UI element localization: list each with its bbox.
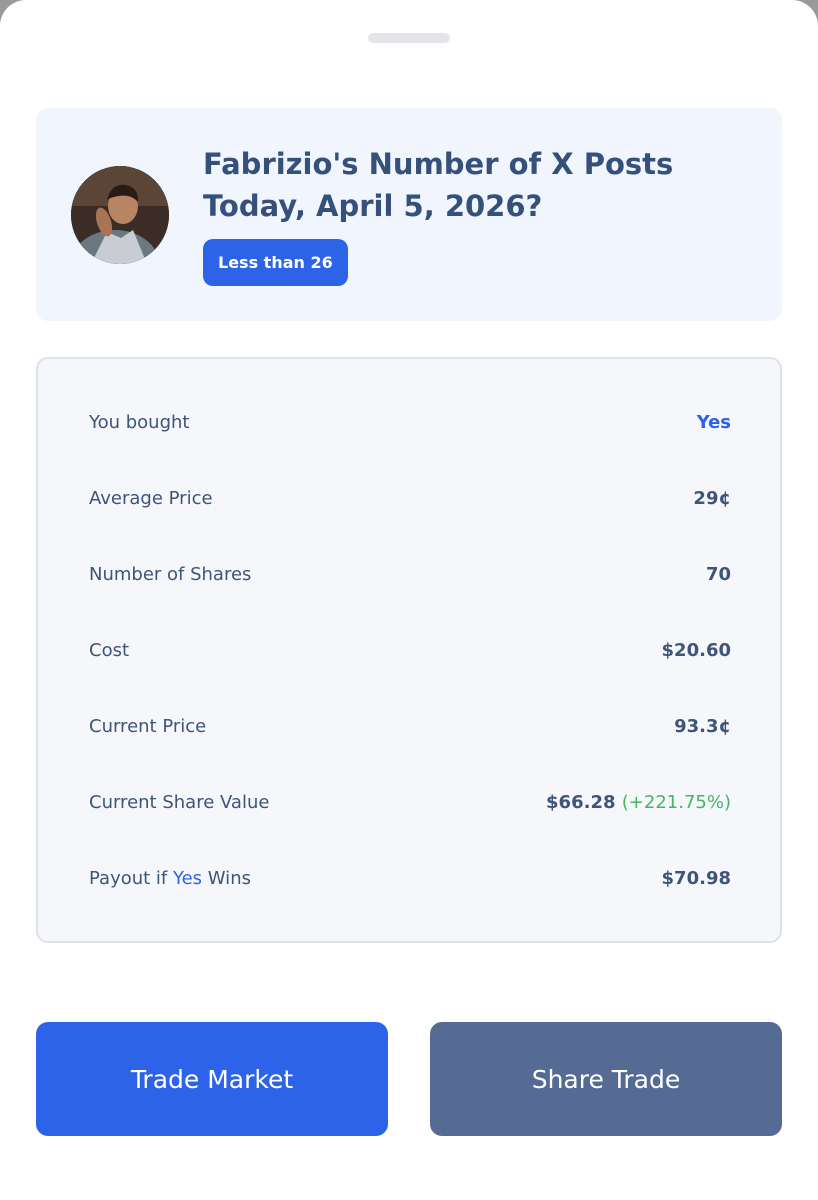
cost-value: $20.60 — [661, 639, 731, 661]
payout-label-outcome: Yes — [173, 867, 203, 889]
detail-row-current-share-value: Current Share Value $66.28 (+221.75%) — [89, 782, 731, 822]
payout-value: $70.98 — [661, 867, 731, 889]
market-title: Fabrizio's Number of X Posts Today, Apri… — [203, 147, 674, 223]
number-of-shares-value: 70 — [705, 563, 731, 585]
detail-row-you-bought: You bought Yes — [89, 402, 731, 442]
detail-row-payout: Payout if Yes Wins $70.98 — [89, 858, 731, 898]
sheet-grabber-handle[interactable] — [368, 33, 450, 43]
payout-label-prefix: Payout if — [89, 867, 173, 889]
current-share-value-amount: $66.28 (+221.75%) — [546, 792, 731, 813]
outcome-badge: Less than 26 — [203, 239, 348, 286]
market-summary-card: Fabrizio's Number of X Posts Today, Apri… — [36, 108, 782, 321]
position-details-card: You bought Yes Average Price 29¢ Number … — [36, 357, 782, 943]
average-price-value: 29¢ — [693, 487, 731, 509]
profile-photo-icon — [71, 166, 169, 264]
average-price-label: Average Price — [89, 487, 213, 509]
avatar — [71, 166, 169, 264]
detail-row-cost: Cost $20.60 — [89, 630, 731, 670]
share-value: $66.28 — [546, 791, 616, 813]
cost-label: Cost — [89, 639, 130, 661]
you-bought-value: Yes — [696, 411, 731, 433]
detail-row-current-price: Current Price 93.3¢ — [89, 706, 731, 746]
current-price-value: 93.3¢ — [674, 715, 731, 737]
current-share-value-label: Current Share Value — [89, 791, 270, 813]
you-bought-label: You bought — [89, 411, 190, 433]
payout-label-suffix: Wins — [202, 867, 251, 889]
payout-label: Payout if Yes Wins — [89, 868, 251, 889]
current-price-label: Current Price — [89, 715, 207, 737]
bottom-sheet: Fabrizio's Number of X Posts Today, Apri… — [0, 0, 818, 1200]
detail-row-number-of-shares: Number of Shares 70 — [89, 554, 731, 594]
share-trade-button[interactable]: Share Trade — [430, 1022, 782, 1136]
number-of-shares-label: Number of Shares — [89, 563, 252, 585]
trade-market-button[interactable]: Trade Market — [36, 1022, 388, 1136]
share-value-change-percent: (+221.75%) — [621, 791, 731, 813]
detail-row-average-price: Average Price 29¢ — [89, 478, 731, 518]
